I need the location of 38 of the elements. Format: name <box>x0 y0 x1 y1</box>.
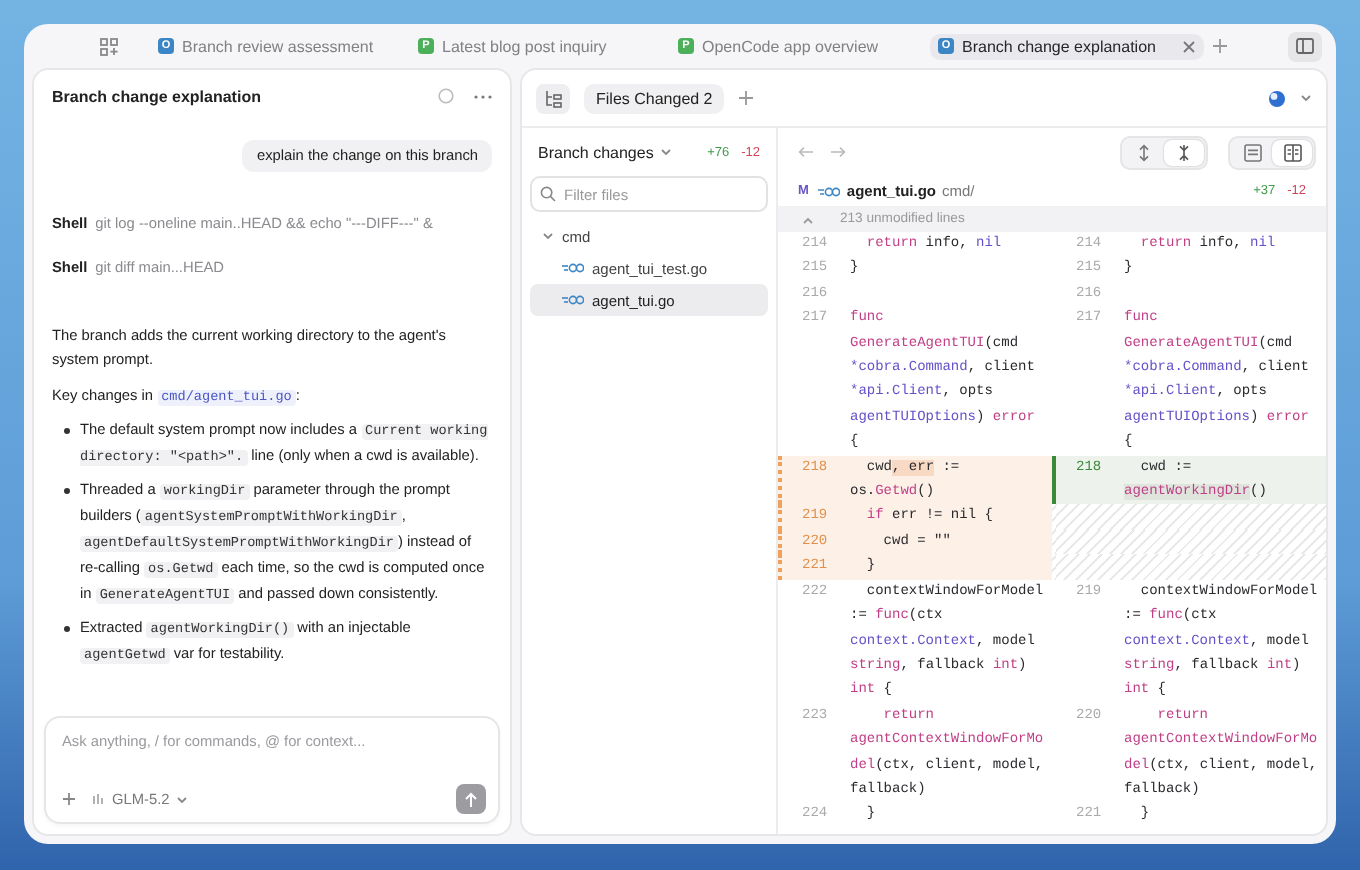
model-icon <box>92 792 106 806</box>
chevron-down-icon <box>175 795 188 803</box>
toggle-button[interactable] <box>1272 139 1312 165</box>
more-icon[interactable] <box>474 93 492 99</box>
sidebar-icon <box>1296 38 1314 54</box>
chevron-down-icon[interactable] <box>542 230 554 242</box>
plus-icon[interactable] <box>738 90 755 106</box>
bullet-icon <box>64 428 70 434</box>
close-icon[interactable] <box>1181 39 1196 53</box>
split-view-icon <box>1283 143 1301 161</box>
tab[interactable]: Files Changed 2 <box>584 83 725 113</box>
expand-icon <box>1135 143 1153 161</box>
go-file-icon <box>818 185 841 197</box>
plus-icon[interactable] <box>62 792 76 806</box>
chevron-down-icon <box>1300 94 1312 102</box>
arrow-right-icon[interactable] <box>830 146 846 158</box>
go-file-icon <box>562 294 584 306</box>
grid-icon[interactable] <box>100 37 118 55</box>
go-file-icon <box>562 262 584 274</box>
tree-view-button[interactable] <box>536 83 570 113</box>
sphere-icon[interactable] <box>1268 89 1286 107</box>
caret-up-icon[interactable] <box>802 215 814 223</box>
search-icon <box>540 186 556 202</box>
chevron-down-icon <box>659 148 672 156</box>
chat-title: Branch change explanation <box>52 87 263 105</box>
status-circle-icon <box>438 88 454 104</box>
bullet-icon <box>64 626 70 632</box>
sidebar-toggle-button[interactable] <box>1288 31 1322 61</box>
collapse-icon <box>1175 143 1193 161</box>
arrow-left-icon[interactable] <box>798 146 814 158</box>
unified-view-icon <box>1243 143 1261 161</box>
send-button[interactable] <box>456 784 486 814</box>
tree-icon <box>544 89 562 107</box>
bullet-icon <box>64 488 70 494</box>
plus-icon[interactable] <box>1211 38 1228 54</box>
branch-changes-selector[interactable]: Branch changes <box>538 143 654 161</box>
arrow-up-icon <box>464 791 478 807</box>
toggle-button[interactable] <box>1164 139 1204 165</box>
